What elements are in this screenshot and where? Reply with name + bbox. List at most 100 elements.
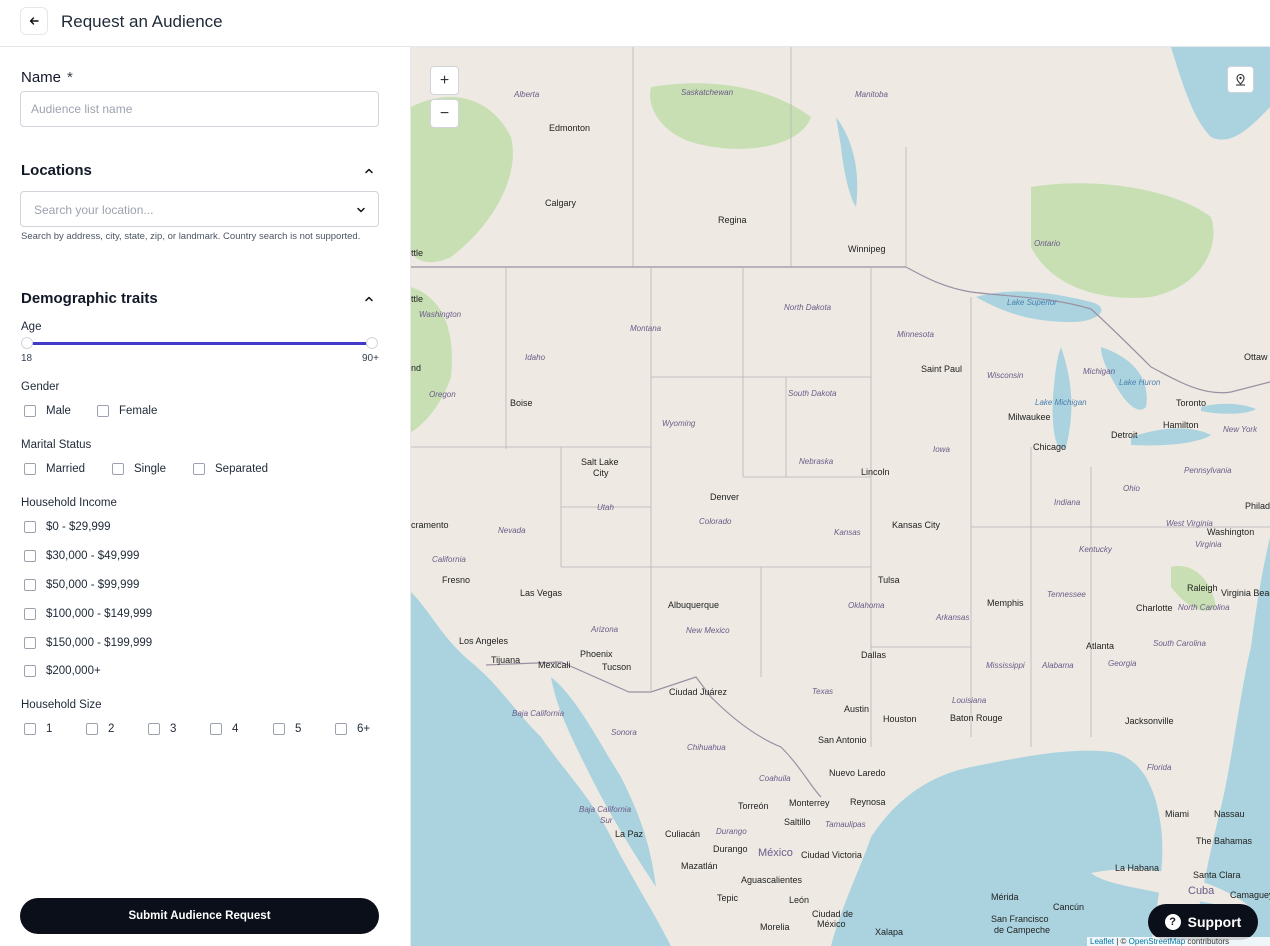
- map-label: Memphis: [987, 598, 1024, 608]
- map-label: Baja California: [512, 709, 565, 718]
- age-slider-track[interactable]: [27, 342, 372, 345]
- location-search-select[interactable]: Search your location...: [20, 191, 379, 227]
- map-label: Kentucky: [1079, 545, 1112, 554]
- lake-winnipeg: [836, 117, 858, 207]
- map-label: Nuevo Laredo: [829, 768, 886, 778]
- map-label: Cancún: [1053, 902, 1085, 912]
- map-label: Washington: [419, 310, 462, 319]
- audience-name-input[interactable]: [20, 91, 379, 127]
- checkbox[interactable]: [148, 723, 160, 735]
- locate-me-button[interactable]: [1227, 66, 1254, 93]
- locations-collapse-toggle[interactable]: [362, 164, 376, 178]
- gender-option-female[interactable]: Female: [97, 405, 157, 417]
- map-label: North Carolina: [1178, 603, 1230, 612]
- location-map[interactable]: Alberta Saskatchewan Manitoba Ontario Ed…: [411, 47, 1270, 946]
- household-size-option[interactable]: 6+: [335, 723, 370, 735]
- map-label: Xalapa: [875, 927, 904, 937]
- map-label: Louisiana: [952, 696, 987, 705]
- checkbox[interactable]: [24, 608, 36, 620]
- map-label: Las Vegas: [520, 588, 563, 598]
- household-size-option[interactable]: 1: [24, 723, 52, 735]
- map-label: Baton Rouge: [950, 713, 1003, 723]
- marital-option-single[interactable]: Single: [112, 463, 166, 475]
- map-label: Saint Paul: [921, 364, 963, 374]
- map-label: Mississippi: [986, 661, 1025, 670]
- household-size-option[interactable]: 4: [210, 723, 238, 735]
- household-size-option[interactable]: 3: [148, 723, 176, 735]
- openstreetmap-link[interactable]: OpenStreetMap: [1129, 937, 1185, 946]
- location-search-placeholder: Search your location...: [34, 203, 154, 217]
- leaflet-link[interactable]: Leaflet: [1090, 937, 1114, 946]
- checkbox[interactable]: [273, 723, 285, 735]
- checkbox[interactable]: [112, 463, 124, 475]
- map-label: Torreón: [738, 801, 769, 811]
- checkbox[interactable]: [24, 579, 36, 591]
- map-label: Nebraska: [799, 457, 834, 466]
- map-label: Tepic: [717, 893, 739, 903]
- state-line: [411, 267, 1270, 747]
- checkbox[interactable]: [335, 723, 347, 735]
- map-label: Washington: [1207, 527, 1255, 537]
- map-label: Milwaukee: [1008, 412, 1051, 422]
- age-slider-min-handle[interactable]: [21, 337, 33, 349]
- income-option[interactable]: $30,000 - $49,999: [24, 550, 139, 562]
- map-label: Santa Clara: [1193, 870, 1241, 880]
- checkbox[interactable]: [97, 405, 109, 417]
- checkbox[interactable]: [24, 550, 36, 562]
- checkbox[interactable]: [24, 665, 36, 677]
- marital-option-separated[interactable]: Separated: [193, 463, 268, 475]
- household-size-option[interactable]: 5: [273, 723, 301, 735]
- map-label: ttle: [411, 294, 424, 304]
- map-label: Fresno: [442, 575, 471, 585]
- income-option[interactable]: $200,000+: [24, 665, 101, 677]
- income-option[interactable]: $150,000 - $199,999: [24, 637, 152, 649]
- checkbox[interactable]: [24, 405, 36, 417]
- age-slider-max-handle[interactable]: [366, 337, 378, 349]
- map-label: Houston: [883, 714, 917, 724]
- map-label: Toronto: [1176, 398, 1207, 408]
- map-label: Nevada: [498, 526, 526, 535]
- map-label: Saltillo: [784, 817, 811, 827]
- checkbox[interactable]: [86, 723, 98, 735]
- checkbox[interactable]: [24, 723, 36, 735]
- map-label: Edmonton: [549, 123, 591, 133]
- hudson-bay: [1171, 47, 1270, 140]
- checkbox[interactable]: [24, 521, 36, 533]
- checkbox[interactable]: [193, 463, 205, 475]
- demographics-collapse-toggle[interactable]: [362, 292, 376, 306]
- household-size-option[interactable]: 2: [86, 723, 114, 735]
- map-label: La Paz: [615, 829, 644, 839]
- back-button[interactable]: [20, 7, 48, 35]
- checkbox[interactable]: [24, 637, 36, 649]
- map-label: Sur: [600, 816, 613, 825]
- submit-audience-request-button[interactable]: Submit Audience Request: [20, 898, 379, 934]
- age-max-value: 90+: [362, 353, 379, 364]
- map-label: Ontario: [1034, 239, 1061, 248]
- household-income-label: Household Income: [21, 497, 117, 509]
- map-label: Los Angeles: [459, 636, 509, 646]
- map-label: ttle: [411, 248, 424, 258]
- map-label: Wyoming: [662, 419, 696, 428]
- map-label: Virginia: [1195, 540, 1222, 549]
- income-option[interactable]: $50,000 - $99,999: [24, 579, 139, 591]
- income-option[interactable]: $100,000 - $149,999: [24, 608, 152, 620]
- map-label: Winnipeg: [848, 244, 886, 254]
- map-label: Tulsa: [878, 575, 900, 585]
- map-label: Ottaw: [1244, 352, 1268, 362]
- support-button[interactable]: ? Support: [1148, 904, 1258, 940]
- checkbox[interactable]: [210, 723, 222, 735]
- zoom-out-button[interactable]: −: [430, 99, 459, 128]
- map-label: cramento: [411, 520, 449, 530]
- required-mark: *: [67, 69, 73, 86]
- marital-option-married[interactable]: Married: [24, 463, 85, 475]
- income-option[interactable]: $0 - $29,999: [24, 521, 111, 533]
- map-label: South Carolina: [1153, 639, 1206, 648]
- gender-option-male[interactable]: Male: [24, 405, 71, 417]
- map-label: North Dakota: [784, 303, 832, 312]
- age-min-value: 18: [21, 353, 33, 364]
- map-label: Alabama: [1042, 661, 1074, 670]
- map-label: Florida: [1147, 763, 1172, 772]
- map-label: New Mexico: [686, 626, 730, 635]
- zoom-in-button[interactable]: +: [430, 66, 459, 95]
- checkbox[interactable]: [24, 463, 36, 475]
